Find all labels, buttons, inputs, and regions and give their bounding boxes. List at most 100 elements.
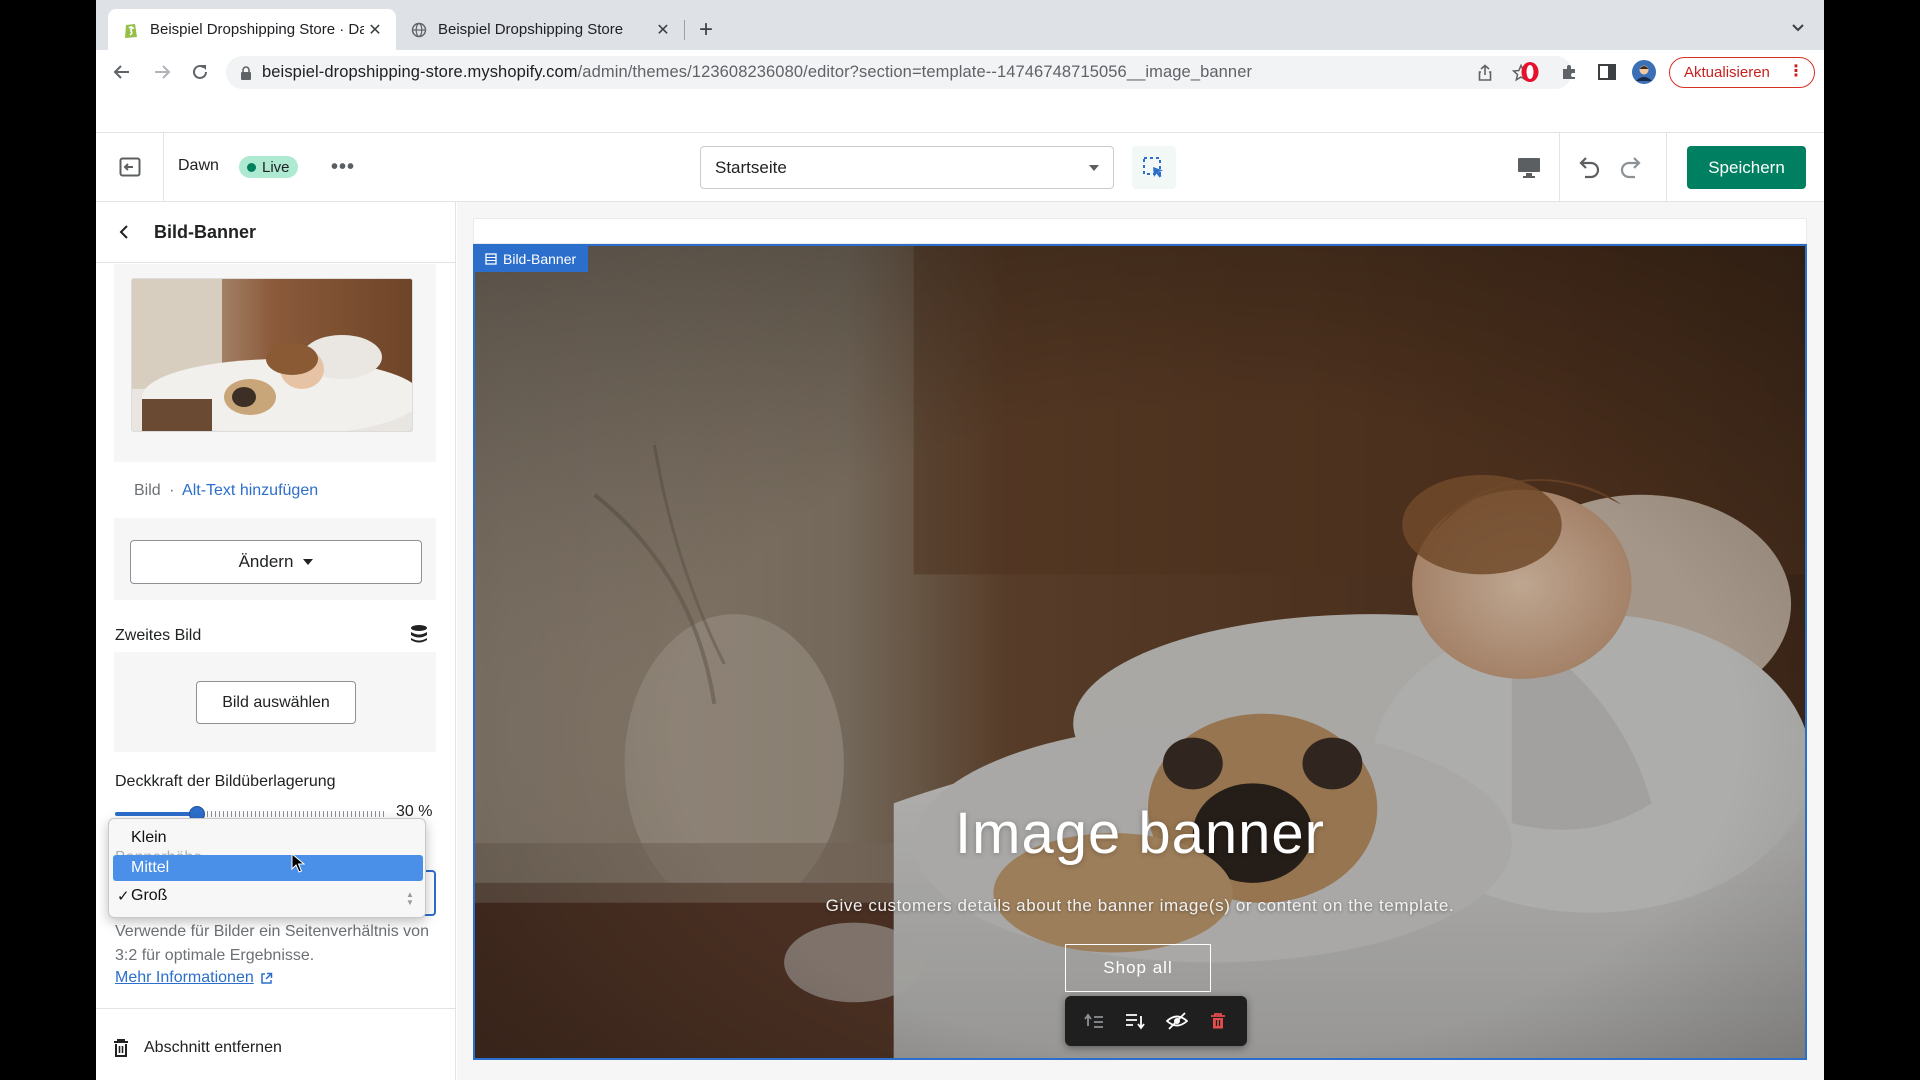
preview-header-section[interactable] xyxy=(473,218,1807,244)
shop-all-button[interactable]: Shop all xyxy=(1065,944,1211,992)
browser-toolbar: beispiel-dropshipping-store.myshopify.co… xyxy=(96,50,1824,94)
caret-down-icon xyxy=(1089,165,1099,171)
more-actions-icon[interactable]: ••• xyxy=(328,153,358,181)
lock-icon[interactable] xyxy=(240,65,252,80)
banner-height-dropdown: Bannerhöhe Klein Mittel ✓Groß ▲▼ xyxy=(108,818,426,918)
forward-arrow-icon[interactable] xyxy=(148,58,176,86)
undo-icon xyxy=(1579,157,1600,179)
header-divider xyxy=(1666,133,1667,201)
remove-section-row[interactable]: Abschnitt entfernen xyxy=(96,1008,455,1080)
more-info-label: Mehr Informationen xyxy=(115,969,254,986)
mouse-cursor-icon xyxy=(291,852,306,873)
tab-title: Beispiel Dropshipping Store · Dawn xyxy=(150,21,364,38)
page-selector[interactable]: Startseite xyxy=(700,146,1114,189)
tab-strip: Beispiel Dropshipping Store · Dawn ✕ Bei… xyxy=(96,0,1824,50)
close-tab-icon[interactable]: ✕ xyxy=(652,19,674,41)
move-down-icon[interactable] xyxy=(1120,1006,1150,1036)
dynamic-source-icon[interactable] xyxy=(408,623,430,645)
desktop-view-button[interactable] xyxy=(1514,153,1544,183)
option-label: Groß xyxy=(131,887,168,904)
puzzle-icon[interactable] xyxy=(1557,60,1581,84)
second-image-label: Zweites Bild xyxy=(115,627,202,644)
new-tab-icon[interactable]: + xyxy=(692,16,720,44)
back-arrow-icon[interactable] xyxy=(108,58,136,86)
section-tag-label: Bild-Banner xyxy=(503,251,577,267)
status-label: Live xyxy=(262,158,290,176)
close-tab-icon[interactable]: ✕ xyxy=(364,19,386,41)
image-meta-label: Bild xyxy=(134,482,161,499)
select-image-button[interactable]: Bild auswählen xyxy=(196,681,356,724)
slider-fill xyxy=(115,812,197,816)
caret-down-icon xyxy=(303,559,314,565)
reload-icon[interactable] xyxy=(186,58,214,86)
save-button[interactable]: Speichern xyxy=(1687,146,1806,189)
remove-section-label: Abschnitt entfernen xyxy=(144,1039,282,1056)
exit-button[interactable] xyxy=(96,133,164,201)
settings-sidebar: Bild-Banner Bild · Alt-Text hinzufügen Ä… xyxy=(96,202,456,1080)
panel-title: Bild-Banner xyxy=(154,222,257,242)
theme-name: Dawn xyxy=(178,157,219,174)
shopify-icon xyxy=(122,21,140,39)
share-icon[interactable] xyxy=(1474,62,1496,84)
external-link-icon xyxy=(260,972,273,985)
panel-header: Bild-Banner xyxy=(96,202,455,263)
tab-title: Beispiel Dropshipping Store xyxy=(438,21,624,38)
image-card xyxy=(114,264,436,462)
opera-icon[interactable] xyxy=(1518,60,1542,84)
browser-window: Beispiel Dropshipping Store · Dawn ✕ Bei… xyxy=(96,0,1824,1080)
undo-button[interactable] xyxy=(1573,153,1603,183)
inspector-button[interactable] xyxy=(1132,146,1176,189)
move-up-icon[interactable] xyxy=(1079,1006,1109,1036)
redo-button[interactable] xyxy=(1617,153,1647,183)
back-button[interactable] xyxy=(112,220,136,244)
checkmark-icon: ✓ xyxy=(117,888,130,905)
chevron-left-icon xyxy=(119,225,128,239)
change-image-button[interactable]: Ändern xyxy=(130,540,422,584)
slider-ticks xyxy=(203,811,387,817)
tab-separator xyxy=(684,20,685,40)
option-label: Klein xyxy=(131,829,167,846)
kebab-menu-icon[interactable]: ⋮ xyxy=(1788,63,1804,81)
alt-text-link[interactable]: Alt-Text hinzufügen xyxy=(182,482,318,499)
theme-preview: Bild-Banner Image banner Give customers … xyxy=(457,202,1824,1080)
option-label: Mittel xyxy=(131,859,170,876)
side-panel-icon[interactable] xyxy=(1595,60,1619,84)
address-bar[interactable]: beispiel-dropshipping-store.myshopify.co… xyxy=(226,56,1572,89)
status-badge: Live xyxy=(239,156,298,178)
opacity-slider[interactable] xyxy=(115,806,387,822)
delete-icon[interactable] xyxy=(1203,1006,1233,1036)
opacity-label: Deckkraft der Bildüberlagerung xyxy=(115,773,336,790)
hide-icon[interactable] xyxy=(1162,1006,1192,1036)
avatar[interactable] xyxy=(1632,60,1656,84)
banner-image-thumbnail[interactable] xyxy=(131,278,413,432)
redo-icon xyxy=(1620,157,1641,179)
section-toolbar xyxy=(1065,996,1247,1046)
page-selector-value: Startseite xyxy=(715,157,787,177)
image-banner-section[interactable]: Bild-Banner Image banner Give customers … xyxy=(473,244,1807,1060)
exit-icon xyxy=(119,157,140,177)
editor-header: Dawn Live ••• Startseite Speichern xyxy=(96,132,1824,202)
banner-text[interactable]: Give customers details about the banner … xyxy=(475,896,1805,916)
more-info-link[interactable]: Mehr Informationen xyxy=(115,969,273,987)
trash-icon xyxy=(112,1038,132,1058)
dropdown-option-klein[interactable]: Klein xyxy=(113,825,423,851)
dropdown-option-gross[interactable]: ✓ Groß xyxy=(113,883,423,909)
update-button[interactable]: Aktualisieren ⋮ xyxy=(1669,57,1815,88)
image-meta: Bild · Alt-Text hinzufügen xyxy=(134,482,318,500)
dropdown-option-mittel[interactable]: Mittel xyxy=(113,855,423,881)
desktop-icon xyxy=(1518,158,1540,178)
status-dot xyxy=(247,162,256,172)
tab-store[interactable]: Beispiel Dropshipping Store ✕ xyxy=(396,9,684,50)
header-divider xyxy=(1559,133,1560,201)
banner-height-help: Verwende für Bilder ein Seitenverhältnis… xyxy=(115,923,429,964)
section-grid-icon xyxy=(485,253,497,265)
banner-heading[interactable]: Image banner xyxy=(475,800,1805,867)
chevron-down-icon[interactable] xyxy=(1786,16,1810,40)
banner-image xyxy=(475,246,1805,1058)
url-text: beispiel-dropshipping-store.myshopify.co… xyxy=(262,63,1253,81)
select-element-icon xyxy=(1143,156,1163,177)
change-label: Ändern xyxy=(238,552,294,571)
tab-editor[interactable]: Beispiel Dropshipping Store · Dawn ✕ xyxy=(108,9,396,50)
image-meta-separator: · xyxy=(169,482,175,499)
section-tag[interactable]: Bild-Banner xyxy=(475,246,589,272)
